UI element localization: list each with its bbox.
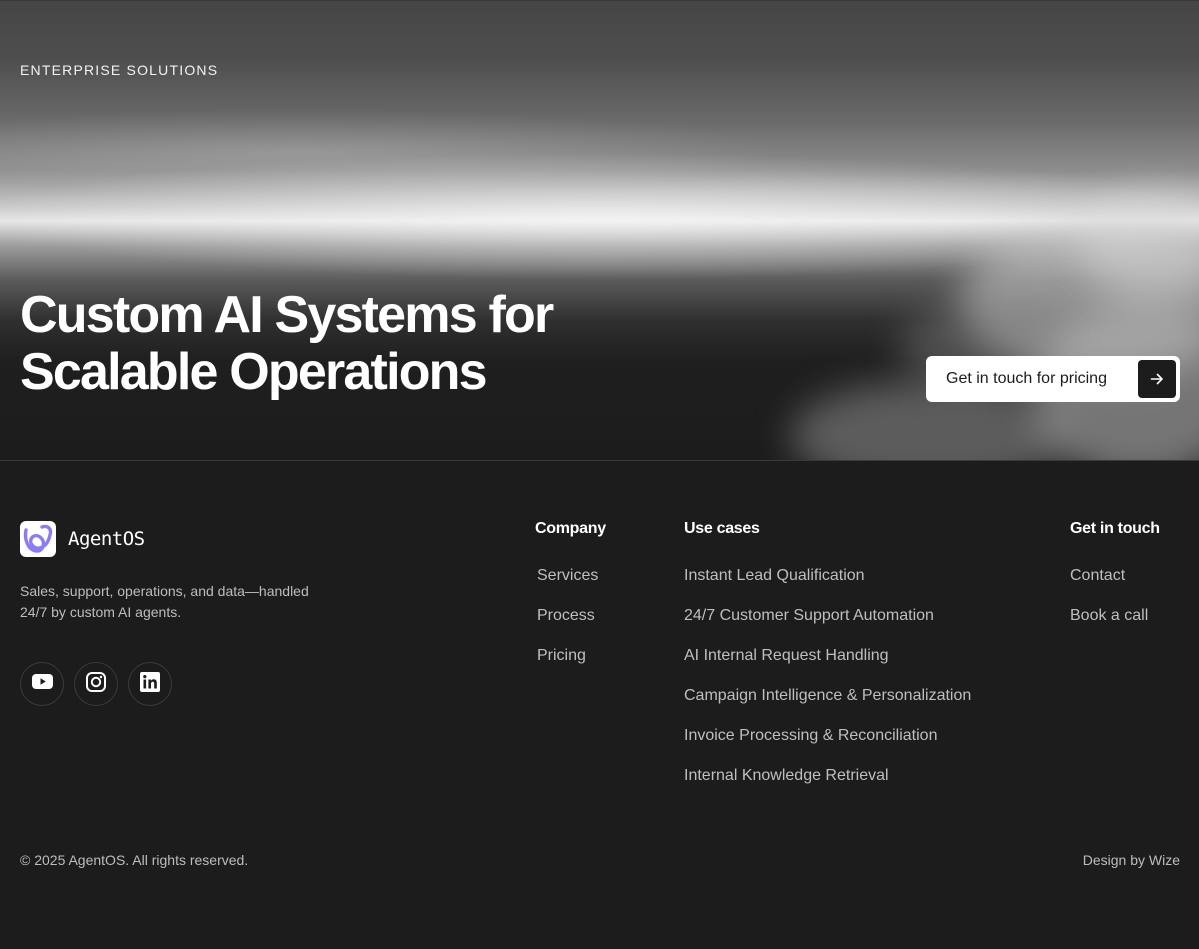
arrow-right-icon [1138,360,1176,398]
footer-link-internal-requests[interactable]: AI Internal Request Handling [684,646,971,686]
copyright-text: © 2025 AgentOS. All rights reserved. [20,852,249,868]
company-links: Services Process Pricing [537,566,598,686]
linkedin-icon [140,671,160,697]
footer-link-contact[interactable]: Contact [1070,566,1148,606]
footer-link-support-automation[interactable]: 24/7 Customer Support Automation [684,606,971,646]
social-links [20,662,182,706]
footer-link-lead-qualification[interactable]: Instant Lead Qualification [684,566,971,606]
hero-section: ENTERPRISE SOLUTIONS Custom AI Systems f… [0,0,1199,461]
youtube-icon [31,674,53,694]
youtube-link[interactable] [20,662,64,706]
use-cases-links: Instant Lead Qualification 24/7 Customer… [684,566,971,806]
footer-link-campaign-intelligence[interactable]: Campaign Intelligence & Personalization [684,686,971,726]
design-credit-link[interactable]: Design by Wize [1083,852,1180,868]
footer-link-knowledge-retrieval[interactable]: Internal Knowledge Retrieval [684,766,971,806]
get-in-touch-heading: Get in touch [1070,520,1160,537]
contact-links: Contact Book a call [1070,566,1148,646]
company-heading: Company [535,520,606,537]
agentos-logo-icon [20,521,56,557]
hero-eyebrow: ENTERPRISE SOLUTIONS [20,62,219,78]
linkedin-link[interactable] [128,662,172,706]
page: ENTERPRISE SOLUTIONS Custom AI Systems f… [0,0,1199,949]
use-cases-heading: Use cases [684,520,760,537]
get-in-touch-pricing-button[interactable]: Get in touch for pricing [926,356,1180,402]
tagline-line-1: Sales, support, operations, and data—han… [20,583,309,599]
footer-link-services[interactable]: Services [537,566,598,606]
footer-link-book-a-call[interactable]: Book a call [1070,606,1148,646]
tagline-line-2: 24/7 by custom AI agents. [20,604,182,620]
footer-link-process[interactable]: Process [537,606,598,646]
footer-link-invoice-processing[interactable]: Invoice Processing & Reconciliation [684,726,971,766]
hero-title-line-2: Scalable Operations [20,343,488,401]
cta-label: Get in touch for pricing [946,370,1107,387]
instagram-icon [86,671,106,697]
instagram-link[interactable] [74,662,118,706]
hero-title-line-1: Custom AI Systems for [20,286,554,344]
brand-logo[interactable]: AgentOS [20,521,145,557]
footer-link-pricing[interactable]: Pricing [537,646,598,686]
brand-tagline: Sales, support, operations, and data—han… [20,581,350,623]
brand-name: AgentOS [68,528,145,550]
hero-title: Custom AI Systems for Scalable Operation… [20,287,620,401]
